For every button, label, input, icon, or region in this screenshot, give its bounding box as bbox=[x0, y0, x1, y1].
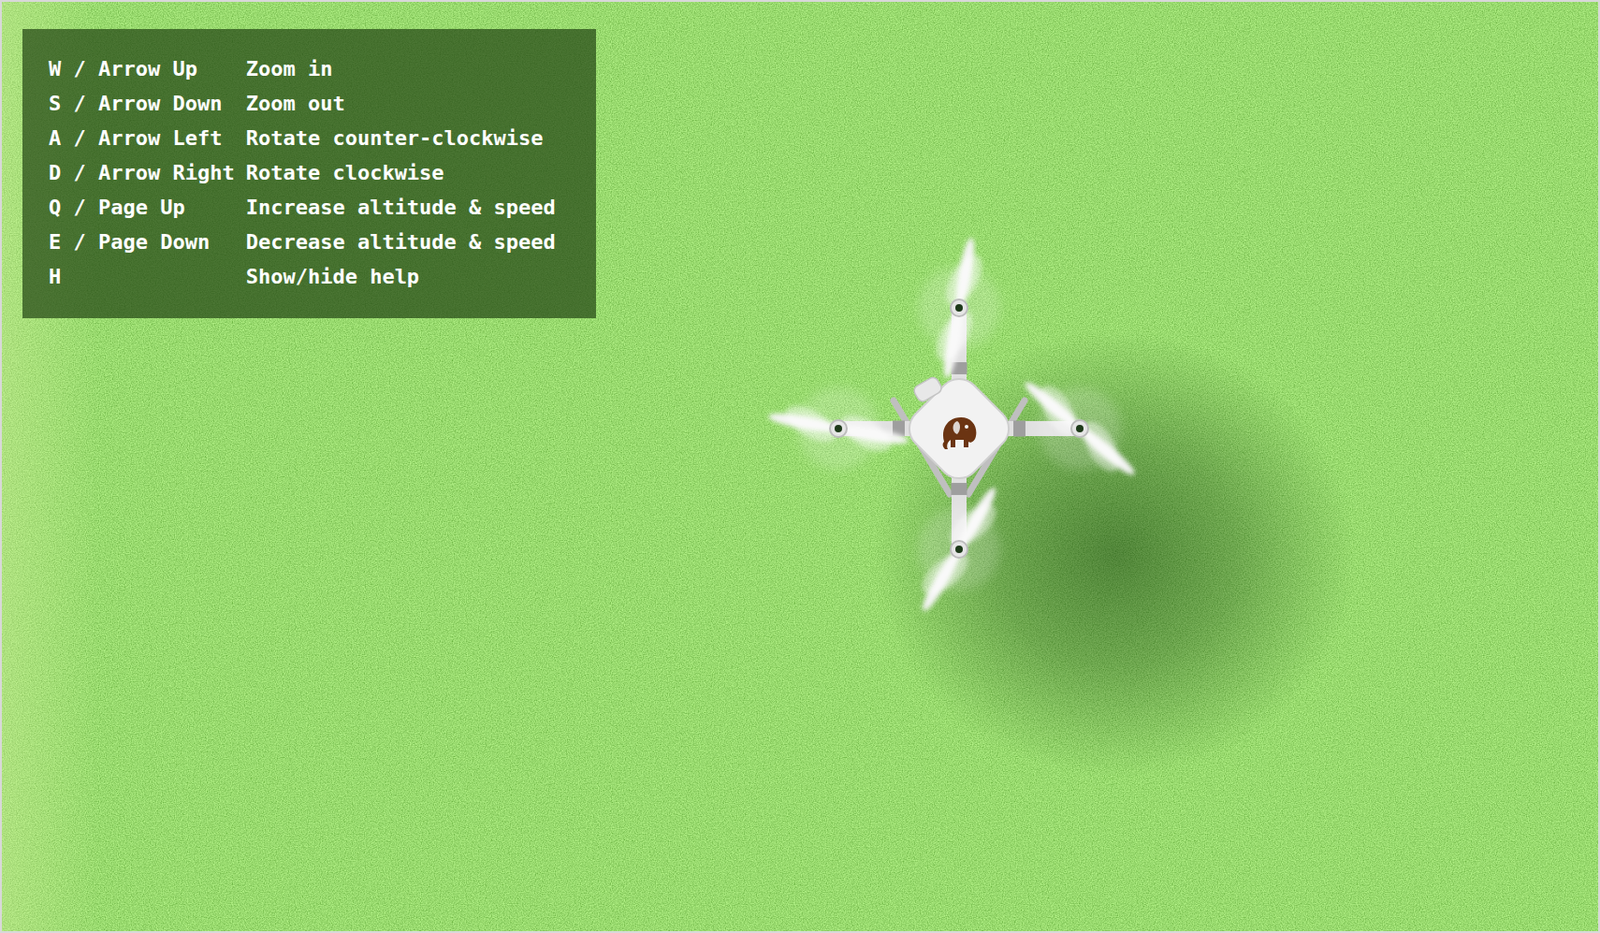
help-action: Rotate counter-clockwise bbox=[246, 120, 578, 156]
propeller bbox=[917, 233, 1001, 382]
help-action: Decrease altitude & speed bbox=[246, 224, 578, 260]
propeller bbox=[904, 476, 1015, 622]
help-action: Zoom out bbox=[246, 86, 578, 121]
help-keys: H bbox=[48, 259, 235, 294]
help-action: Show/hide help bbox=[246, 259, 578, 294]
help-keys: D / Arrow Right bbox=[48, 155, 235, 190]
help-keys: S / Arrow Down bbox=[48, 86, 235, 121]
help-action: Zoom in bbox=[246, 51, 578, 87]
game-canvas[interactable]: W / Arrow Up Zoom in S / Arrow Down Zoom ou… bbox=[0, 0, 1600, 933]
help-keys: A / Arrow Left bbox=[48, 120, 235, 156]
help-panel: W / Arrow Up Zoom in S / Arrow Down Zoom ou… bbox=[22, 29, 597, 319]
help-action: Rotate clockwise bbox=[246, 155, 578, 190]
propeller bbox=[1011, 365, 1150, 492]
help-keys: E / Page Down bbox=[48, 224, 235, 260]
propeller bbox=[764, 387, 913, 470]
drone bbox=[743, 213, 1175, 644]
help-keys: W / Arrow Up bbox=[48, 51, 235, 87]
help-action: Increase altitude & speed bbox=[246, 189, 578, 225]
elephant-logo-icon bbox=[943, 417, 977, 450]
help-keys: Q / Page Up bbox=[48, 189, 235, 225]
